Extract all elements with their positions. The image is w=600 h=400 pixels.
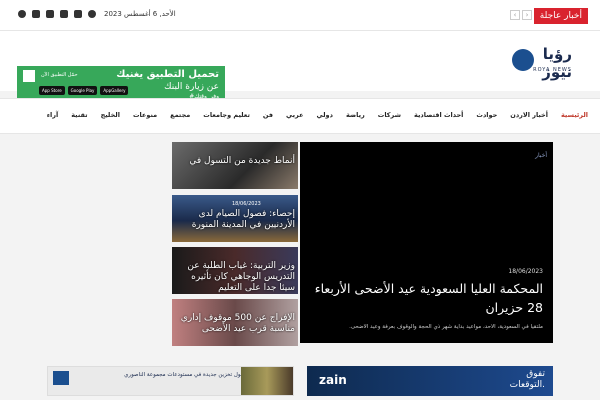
site-header: رؤيا نيوز ROYA NEWS تحميل التطبيق يغنيك … <box>0 31 600 104</box>
youtube-icon[interactable] <box>74 10 82 18</box>
twitter-icon[interactable] <box>32 10 40 18</box>
breaking-arrows: ‹ › <box>510 10 532 20</box>
nav-item-art[interactable]: فن <box>263 111 273 119</box>
arrow-left-icon[interactable]: ‹ <box>510 10 520 20</box>
zain-logo: zain <box>319 373 347 387</box>
side-post-title[interactable]: وزير التربية: غياب الطلبة عن التدريس الو… <box>175 261 295 294</box>
side-post-date: 18/06/2023 <box>232 201 261 207</box>
app-store-badge[interactable]: App Store <box>39 86 65 95</box>
telegram-icon[interactable] <box>46 10 54 18</box>
banner-title: تحميل التطبيق يغنيك <box>116 69 219 80</box>
ad-left-image <box>241 367 293 395</box>
side-post[interactable]: أنماط جديدة من التسول في <box>172 142 298 189</box>
social-links: الأحد, 6 أغسطس 2023 <box>18 10 176 18</box>
ad-right-line2: التوقعات. <box>509 380 545 390</box>
nav-item-companies[interactable]: شركات <box>378 111 401 119</box>
side-post-title[interactable]: أنماط جديدة من التسول في <box>175 156 295 167</box>
side-post[interactable]: الإفراج عن 500 موقوف إداري مناسبة قرب عي… <box>172 299 298 346</box>
nav-item-society[interactable]: مجتمع <box>170 111 190 119</box>
featured-post[interactable]: أخبار 18/06/2023 المحكمة العليا السعودية… <box>300 142 553 343</box>
nav-item-jordan[interactable]: أخبار الاردن <box>510 111 548 119</box>
ad-right-text: تفوق التوقعات. <box>510 369 545 391</box>
ad-banner-right[interactable]: zain تفوق التوقعات. <box>307 366 553 396</box>
logo-text: رؤيا نيوز <box>542 45 572 81</box>
nav-item-economy[interactable]: أحداث اقتصادية <box>414 111 463 119</box>
top-bar: أخبار عاجلة ‹ › الأحد, 6 أغسطس 2023 <box>0 0 600 31</box>
featured-tag[interactable]: أخبار <box>535 152 547 159</box>
ad-left-text: حلول تخزين جديدة في مستودعات مجموعة النا… <box>124 372 246 378</box>
ad-right-line1: تفوق <box>526 369 545 379</box>
featured-excerpt: ملتقيا في السعودية، الأحد، مواعيد بداية … <box>349 324 543 330</box>
nav-item-misc[interactable]: منوعات <box>133 111 157 119</box>
nav-item-international[interactable]: دولي <box>317 111 333 119</box>
app-gallery-badge[interactable]: AppGallery <box>100 86 129 95</box>
logo-subtext: ROYA NEWS <box>533 67 572 73</box>
ad-banner-left[interactable]: حلول تخزين جديدة في مستودعات مجموعة النا… <box>47 366 294 396</box>
side-post-title[interactable]: إحصاء: فصول الصيام لدى الأردنيين في المد… <box>175 209 295 231</box>
side-post[interactable]: وزير التربية: غياب الطلبة عن التدريس الو… <box>172 247 298 294</box>
nav-item-sports[interactable]: رياضة <box>346 111 365 119</box>
side-post[interactable]: 18/06/2023 إحصاء: فصول الصيام لدى الأردن… <box>172 195 298 242</box>
main-nav: الرئيسية أخبار الاردن حوادث أحداث اقتصاد… <box>0 98 600 134</box>
facebook-icon[interactable] <box>18 10 26 18</box>
nav-item-incidents[interactable]: حوادث <box>476 111 497 119</box>
featured-title[interactable]: المحكمة العليا السعودية عيد الأضحى الأرب… <box>308 279 543 317</box>
banner-subtitle: عن زيارة البنك <box>164 82 219 92</box>
advertiser-logo <box>53 371 69 385</box>
current-date: الأحد, 6 أغسطس 2023 <box>104 10 176 18</box>
nav-item-opinions[interactable]: آراء <box>47 111 59 119</box>
nav-item-arab[interactable]: عربي <box>286 111 304 119</box>
nav-item-tech[interactable]: تقنية <box>71 111 87 119</box>
nav-item-home[interactable]: الرئيسية <box>561 111 588 119</box>
search-icon[interactable] <box>88 10 96 18</box>
featured-date: 18/06/2023 <box>508 268 543 275</box>
arrow-right-icon[interactable]: › <box>522 10 532 20</box>
store-badges: App Store Google Play AppGallery <box>39 86 129 95</box>
banner-cta: حمّل التطبيق الآن <box>41 72 78 78</box>
site-logo[interactable]: رؤيا نيوز ROYA NEWS <box>512 45 572 81</box>
nav-item-education[interactable]: تعليم وجامعات <box>203 111 250 119</box>
breaking-news-label[interactable]: أخبار عاجلة <box>533 8 588 24</box>
google-play-badge[interactable]: Google Play <box>67 86 98 95</box>
instagram-icon[interactable] <box>60 10 68 18</box>
qr-code-icon <box>23 70 35 82</box>
nav-item-gulf[interactable]: الخليج <box>101 111 120 119</box>
side-post-title[interactable]: الإفراج عن 500 موقوف إداري مناسبة قرب عي… <box>175 313 295 335</box>
